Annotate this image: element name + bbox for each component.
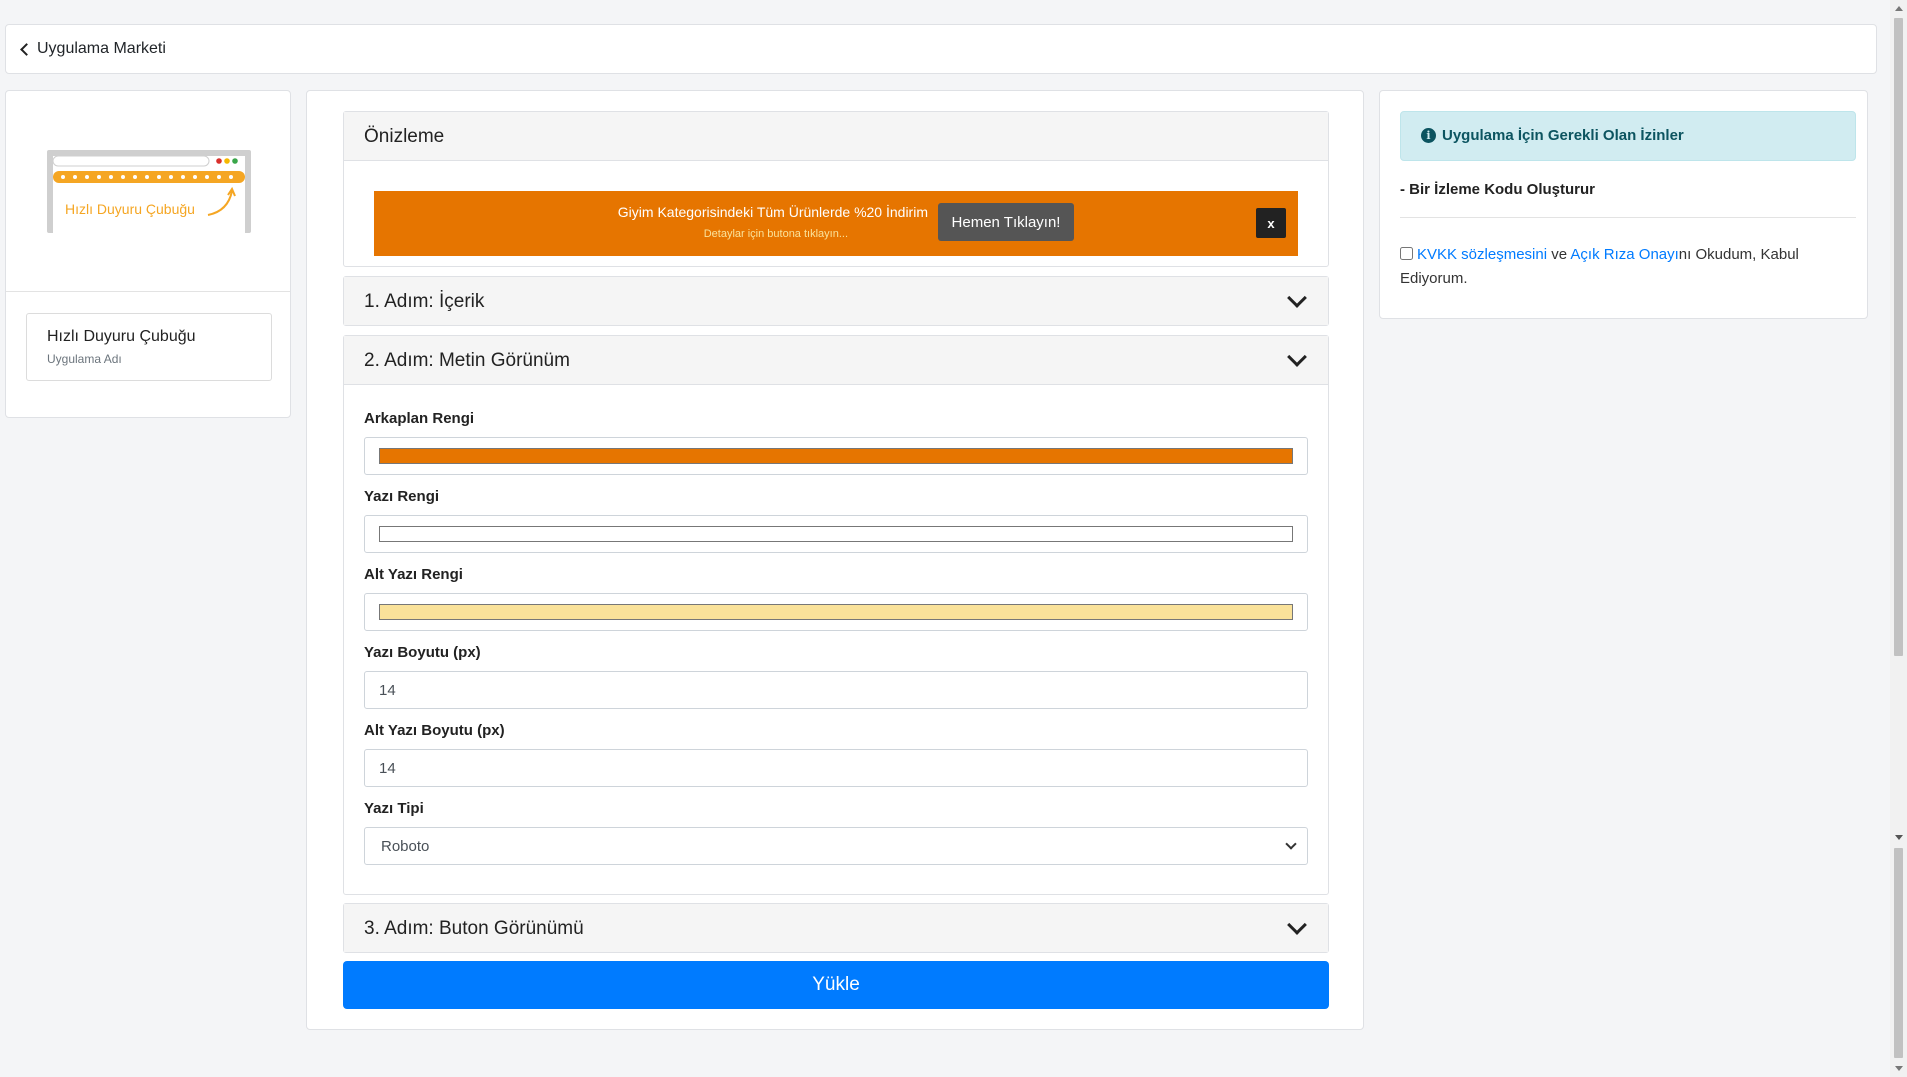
consent-and: ve [1547, 246, 1571, 263]
sub-font-size-label: Alt Yazı Boyutu (px) [364, 722, 505, 739]
permissions-card: i Uygulama İçin Gerekli Olan İzinler - B… [1379, 90, 1868, 319]
step2-panel: 2. Adım: Metin Görünüm Arkaplan Rengi Ya… [343, 335, 1329, 895]
top-bar: Uygulama Marketi [5, 24, 1877, 74]
bg-color-picker[interactable] [364, 437, 1308, 475]
app-name: Hızlı Duyuru Çubuğu [47, 328, 196, 345]
kvkk-link[interactable]: KVKK sözleşmesini [1417, 246, 1547, 263]
divider [1400, 217, 1856, 218]
step1-header[interactable]: 1. Adım: İçerik [344, 277, 1328, 325]
banner-text: Giyim Kategorisindeki Tüm Ürünlerde %20 … [617, 204, 928, 220]
chevron-down-icon [1287, 915, 1307, 935]
chevron-down-icon [1287, 288, 1307, 308]
step1-panel: 1. Adım: İçerik [343, 276, 1329, 326]
chevron-down-icon [1285, 838, 1297, 850]
scroll-arrow-icon [1895, 835, 1903, 840]
install-button[interactable]: Yükle [343, 961, 1329, 1009]
back-link[interactable]: Uygulama Marketi [20, 40, 166, 58]
text-color-label: Yazı Rengi [364, 488, 440, 505]
step2-title: 2. Adım: Metin Görünüm [364, 350, 570, 371]
subtext-color-label: Alt Yazı Rengi [364, 566, 463, 583]
thumbnail-caption: Hızlı Duyuru Çubuğu [65, 201, 195, 217]
app-name-box: Hızlı Duyuru Çubuğu Uygulama Adı [26, 313, 272, 381]
font-size-label: Yazı Boyutu (px) [364, 644, 481, 661]
step1-title: 1. Adım: İçerik [364, 291, 485, 312]
scroll-down-arrow-icon[interactable] [1895, 1066, 1903, 1071]
consent-checkbox[interactable] [1400, 247, 1413, 260]
preview-title: Önizleme [364, 126, 445, 147]
banner-subtext: Detaylar için butona tıklayın... [703, 228, 848, 240]
banner-cta-button[interactable]: Hemen Tıklayın! [938, 203, 1074, 241]
step3-header[interactable]: 3. Adım: Buton Görünümü [344, 904, 1328, 952]
chevron-down-icon [1287, 347, 1307, 367]
font-type-value: Roboto [381, 838, 430, 855]
scroll-track-segment [1894, 848, 1903, 1058]
subtext-color-swatch [379, 604, 1293, 620]
preview-panel: Önizleme Giyim Kategorisindeki Tüm Ürünl… [343, 111, 1329, 267]
text-color-swatch [379, 526, 1293, 542]
app-name-caption: Uygulama Adı [47, 352, 122, 366]
announcement-bar-preview: Giyim Kategorisindeki Tüm Ürünlerde %20 … [374, 191, 1298, 256]
preview-header: Önizleme [344, 112, 1328, 161]
explicit-consent-link[interactable]: Açık Rıza Onayı [1570, 246, 1678, 263]
page-scrollbar[interactable] [1890, 0, 1907, 1077]
sub-font-size-input[interactable] [364, 749, 1308, 787]
app-thumbnail: Hızlı Duyuru Çubuğu [6, 91, 290, 292]
back-link-label: Uygulama Marketi [37, 40, 166, 57]
text-color-picker[interactable] [364, 515, 1308, 553]
font-size-input[interactable] [364, 671, 1308, 709]
scroll-up-arrow-icon[interactable] [1895, 6, 1903, 11]
scroll-thumb[interactable] [1894, 18, 1903, 656]
app-card: Hızlı Duyuru Çubuğu Hızlı Duyuru Çubuğu … [5, 90, 291, 418]
step3-panel: 3. Adım: Buton Görünümü [343, 903, 1329, 953]
permission-item: - Bir İzleme Kodu Oluşturur [1400, 181, 1596, 198]
permissions-title: Uygulama İçin Gerekli Olan İzinler [1442, 127, 1684, 144]
consent-row: KVKK sözleşmesini ve Açık Rıza Onayını O… [1400, 243, 1840, 291]
font-type-select[interactable]: Roboto [364, 827, 1308, 865]
announcement-bar-illustration: Hızlı Duyuru Çubuğu [47, 150, 251, 233]
font-type-label: Yazı Tipi [364, 800, 424, 817]
subtext-color-picker[interactable] [364, 593, 1308, 631]
permissions-alert: i Uygulama İçin Gerekli Olan İzinler [1400, 111, 1856, 161]
step3-title: 3. Adım: Buton Görünümü [364, 918, 584, 939]
chevron-left-icon [20, 43, 33, 56]
bg-color-label: Arkaplan Rengi [364, 410, 475, 427]
banner-close-button[interactable]: x [1256, 208, 1286, 238]
settings-card: Önizleme Giyim Kategorisindeki Tüm Ürünl… [306, 90, 1364, 1030]
info-icon: i [1421, 128, 1436, 143]
step2-header[interactable]: 2. Adım: Metin Görünüm [344, 336, 1328, 385]
bg-color-swatch [379, 448, 1293, 464]
